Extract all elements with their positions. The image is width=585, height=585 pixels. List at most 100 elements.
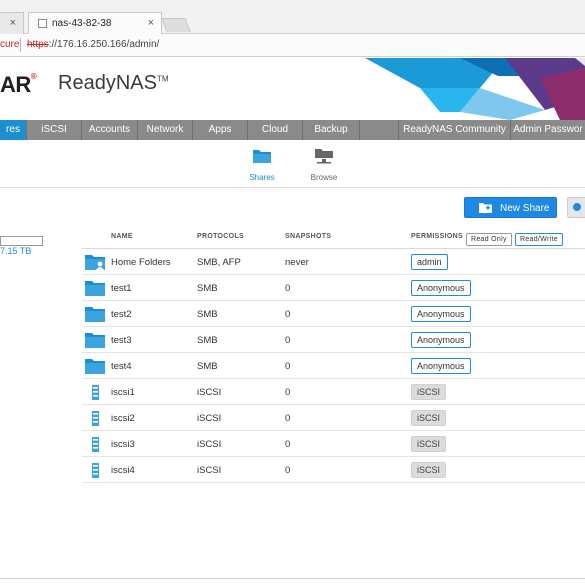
permission-badge[interactable]: Anonymous (411, 280, 471, 296)
page-bottom-border (0, 578, 585, 579)
row-icon (84, 409, 106, 430)
nav-apps[interactable]: Apps (193, 120, 248, 140)
share-protocols: SMB (197, 309, 218, 320)
subnav-shares-label: Shares (249, 173, 275, 182)
shares-table: NAME PROTOCOLS SNAPSHOTS PERMISSIONS Rea… (82, 225, 585, 483)
page-icon (38, 19, 47, 28)
share-protocols: iSCSI (197, 387, 222, 398)
product-name: ReadyNASTM (58, 72, 169, 95)
nav-iscsi[interactable]: iSCSI (27, 120, 82, 140)
share-snapshots: 0 (285, 335, 291, 346)
header-name: NAME (111, 233, 133, 240)
subnav-shares[interactable]: Shares (237, 148, 287, 182)
share-name[interactable]: test4 (111, 361, 132, 372)
close-icon[interactable]: × (148, 17, 154, 29)
nav-cloud[interactable]: Cloud (248, 120, 303, 140)
browser-tab-active[interactable]: nas-43-82-38 × (28, 12, 162, 34)
share-name[interactable]: Home Folders (111, 257, 171, 268)
volume-capacity-text: 7.15 TB (0, 246, 32, 256)
share-name[interactable]: test3 (111, 335, 132, 346)
folder-icon (253, 150, 271, 163)
share-name[interactable]: iscsi1 (111, 387, 135, 398)
action-icon (573, 203, 581, 211)
nav-backup[interactable]: Backup (303, 120, 360, 140)
permission-badge[interactable]: iSCSI (411, 384, 447, 400)
nav-readynas-community[interactable]: ReadyNAS Community (399, 120, 511, 140)
nav-spacer (360, 120, 399, 140)
table-header: NAME PROTOCOLS SNAPSHOTS PERMISSIONS Rea… (82, 225, 585, 249)
browser-tab-previous[interactable]: × (0, 12, 24, 34)
share-protocols: iSCSI (197, 465, 222, 476)
share-name[interactable]: iscsi2 (111, 413, 135, 424)
url-text[interactable]: https://176.16.250.166/admin/ (27, 39, 159, 50)
table-row[interactable]: iscsi2 iSCSI 0 iSCSI (82, 405, 585, 431)
lun-icon (92, 463, 99, 478)
permission-badge[interactable]: iSCSI (411, 462, 447, 478)
header-permissions: PERMISSIONS (411, 233, 463, 240)
folder-icon (85, 333, 105, 348)
share-snapshots: never (285, 257, 309, 268)
row-icon (84, 331, 106, 352)
close-icon[interactable]: × (10, 17, 16, 29)
subnav-browse[interactable]: Browse (299, 148, 349, 182)
share-snapshots: 0 (285, 283, 291, 294)
not-secure-label[interactable]: cure (0, 39, 19, 50)
share-name[interactable]: test2 (111, 309, 132, 320)
main-nav: res iSCSI Accounts Network Apps Cloud Ba… (0, 120, 585, 140)
folder-icon (85, 281, 105, 296)
table-row[interactable]: test3 SMB 0 Anonymous (82, 327, 585, 353)
read-only-filter-button[interactable]: Read Only (466, 233, 512, 246)
share-name[interactable]: test1 (111, 283, 132, 294)
url-scheme: https (27, 39, 49, 50)
new-folder-icon (479, 203, 492, 213)
address-divider (20, 38, 21, 52)
lun-icon (92, 411, 99, 426)
share-name[interactable]: iscsi3 (111, 439, 135, 450)
tab-title: nas-43-82-38 (52, 18, 112, 29)
row-icon (84, 435, 106, 456)
read-write-filter-button[interactable]: Read/Write (515, 233, 563, 246)
nav-shares[interactable]: res (0, 120, 27, 140)
table-body: Home Folders SMB, AFP never admin test1 SMB 0 A… (82, 249, 585, 483)
row-icon (84, 305, 106, 326)
new-share-button[interactable]: New Share (464, 197, 557, 218)
browse-icon (315, 149, 333, 164)
address-bar[interactable]: cure https://176.16.250.166/admin/ (0, 34, 585, 57)
registered-mark: ® (30, 72, 37, 81)
table-row[interactable]: iscsi1 iSCSI 0 iSCSI (82, 379, 585, 405)
table-row[interactable]: test2 SMB 0 Anonymous (82, 301, 585, 327)
table-row[interactable]: test4 SMB 0 Anonymous (82, 353, 585, 379)
permission-badge[interactable]: admin (411, 254, 448, 270)
header-snapshots: SNAPSHOTS (285, 233, 332, 240)
nav-accounts[interactable]: Accounts (82, 120, 138, 140)
table-row[interactable]: test1 SMB 0 Anonymous (82, 275, 585, 301)
folder-icon (85, 359, 105, 374)
new-tab-button[interactable] (161, 18, 191, 32)
table-row[interactable]: iscsi4 iSCSI 0 iSCSI (82, 457, 585, 483)
row-icon (84, 253, 106, 274)
brand-logo: AR® (0, 72, 37, 98)
row-icon (84, 383, 106, 404)
table-row[interactable]: Home Folders SMB, AFP never admin (82, 249, 585, 275)
url-path: ://176.16.250.166/admin/ (48, 39, 160, 50)
share-protocols: SMB (197, 335, 218, 346)
permission-badge[interactable]: iSCSI (411, 436, 447, 452)
share-protocols: SMB, AFP (197, 257, 241, 268)
share-protocols: iSCSI (197, 413, 222, 424)
permission-badge[interactable]: Anonymous (411, 306, 471, 322)
header-graphic (365, 58, 585, 120)
share-name[interactable]: iscsi4 (111, 465, 135, 476)
nav-admin-password[interactable]: Admin Passwor (511, 120, 585, 140)
table-row[interactable]: iscsi3 iSCSI 0 iSCSI (82, 431, 585, 457)
sub-nav: Shares Browse (0, 140, 585, 188)
share-snapshots: 0 (285, 309, 291, 320)
app-header: AR® ReadyNASTM (0, 58, 585, 120)
permission-badge[interactable]: Anonymous (411, 358, 471, 374)
permission-badge[interactable]: iSCSI (411, 410, 447, 426)
permission-badge[interactable]: Anonymous (411, 332, 471, 348)
secondary-action-button[interactable] (567, 197, 585, 218)
volume-capacity-bar (0, 236, 43, 246)
share-snapshots: 0 (285, 387, 291, 398)
nav-network[interactable]: Network (138, 120, 193, 140)
home-folder-icon (85, 255, 105, 270)
